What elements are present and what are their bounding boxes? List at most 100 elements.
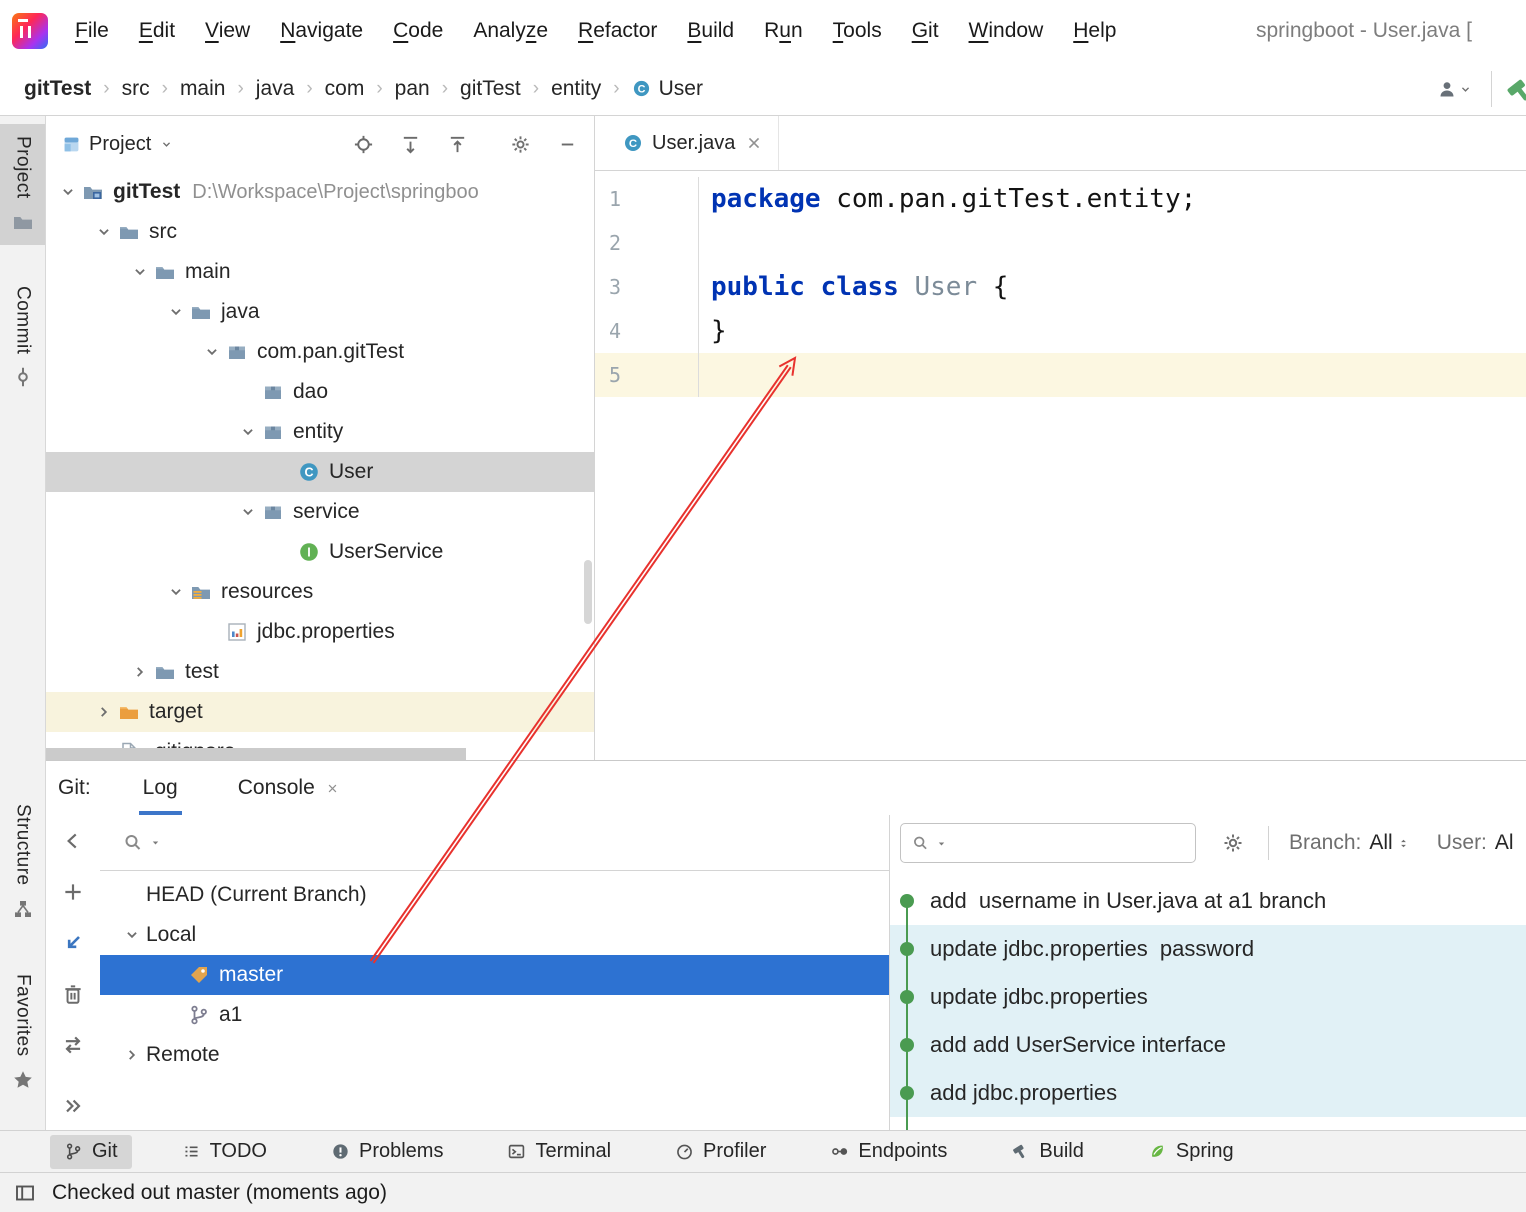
chevron-down-icon[interactable]	[162, 581, 190, 603]
breadcrumb-item-src[interactable]: src	[122, 77, 150, 101]
branch-item-a1[interactable]: a1	[100, 995, 889, 1035]
toolwindow-button-terminal[interactable]: Terminal	[493, 1135, 625, 1169]
checkout-button[interactable]	[61, 931, 85, 955]
menu-file[interactable]: File	[60, 0, 124, 62]
menu-refactor[interactable]: Refactor	[563, 0, 672, 62]
editor-line[interactable]: 2	[595, 221, 1526, 265]
toolwindow-button-spring[interactable]: Spring	[1134, 1135, 1248, 1169]
chevron-right-icon[interactable]	[126, 661, 154, 683]
tree-item-src[interactable]: src	[46, 212, 594, 252]
chevron-down-icon[interactable]	[90, 221, 118, 243]
chevron-down-icon[interactable]	[234, 501, 262, 523]
breadcrumb-item-java[interactable]: java	[256, 77, 295, 101]
hide-panel-button[interactable]	[557, 134, 578, 155]
commit-row[interactable]: update jdbc.properties	[890, 973, 1526, 1021]
chevron-down-icon[interactable]	[162, 301, 190, 323]
tree-item-java[interactable]: java	[46, 292, 594, 332]
tree-item-dao[interactable]: dao	[46, 372, 594, 412]
commit-row[interactable]: add add UserService interface	[890, 1021, 1526, 1069]
collapse-all-button[interactable]	[447, 134, 468, 155]
toolwindow-button-problems[interactable]: Problems	[317, 1135, 457, 1169]
toolwindow-button-endpoints[interactable]: Endpoints	[816, 1135, 961, 1169]
tab-console[interactable]: Console	[230, 761, 348, 815]
menu-navigate[interactable]: Navigate	[265, 0, 378, 62]
code-area[interactable]: 1package com.pan.gitTest.entity;23public…	[595, 171, 1526, 397]
menu-help[interactable]: Help	[1058, 0, 1131, 62]
commit-row[interactable]: update jdbc.properties password	[890, 925, 1526, 973]
breadcrumb-item-entity[interactable]: entity	[551, 77, 601, 101]
menu-run[interactable]: Run	[749, 0, 818, 62]
tree-item-target[interactable]: target	[46, 692, 594, 732]
breadcrumb-item-user[interactable]: User	[659, 77, 703, 101]
locate-file-button[interactable]	[353, 134, 374, 155]
chevron-down-icon[interactable]	[198, 341, 226, 363]
user-filter-value[interactable]: Al	[1495, 831, 1514, 855]
branch-filter-value[interactable]: All	[1369, 831, 1410, 855]
settings-gear-icon[interactable]	[510, 134, 531, 155]
breadcrumb-item-gittest[interactable]: gitTest	[24, 77, 91, 101]
menu-analyze[interactable]: Analyze	[458, 0, 563, 62]
tab-log[interactable]: Log	[135, 761, 186, 815]
menu-code[interactable]: Code	[378, 0, 458, 62]
close-icon[interactable]	[744, 133, 764, 153]
chevron-right-icon[interactable]	[90, 701, 118, 723]
tree-item-test[interactable]: test	[46, 652, 594, 692]
vertical-scrollbar[interactable]	[584, 560, 592, 624]
stripe-button-structure[interactable]: Structure	[0, 792, 45, 932]
commit-row[interactable]: add username in User.java at a1 branch	[890, 877, 1526, 925]
branch-item-remote[interactable]: Remote	[100, 1035, 889, 1075]
back-button[interactable]	[61, 829, 85, 853]
chevron-right-icon[interactable]	[118, 1044, 146, 1066]
toolwindow-button-profiler[interactable]: Profiler	[661, 1135, 780, 1169]
commit-row[interactable]: add jdbc.properties	[890, 1069, 1526, 1117]
stripe-button-favorites[interactable]: Favorites	[0, 962, 45, 1103]
stripe-button-project[interactable]: Project	[0, 124, 45, 245]
build-hammer-icon[interactable]	[1506, 74, 1526, 104]
tree-item-resources[interactable]: resources	[46, 572, 594, 612]
user-menu-button[interactable]	[1436, 78, 1473, 100]
menu-git[interactable]: Git	[897, 0, 954, 62]
breadcrumb-item-com[interactable]: com	[325, 77, 365, 101]
editor-line[interactable]: 1package com.pan.gitTest.entity;	[595, 177, 1526, 221]
tree-item-user[interactable]: CUser	[46, 452, 594, 492]
tab-user-java[interactable]: C User.java	[609, 116, 779, 170]
commit-search-input[interactable]	[900, 823, 1196, 863]
editor-line[interactable]: 3public class User {	[595, 265, 1526, 309]
tree-item-jdbc-properties[interactable]: jdbc.properties	[46, 612, 594, 652]
delete-button[interactable]	[61, 982, 85, 1006]
more-actions-button[interactable]	[61, 1094, 85, 1118]
toolwindow-button-todo[interactable]: TODO	[168, 1135, 281, 1169]
menu-view[interactable]: View	[190, 0, 265, 62]
menu-edit[interactable]: Edit	[124, 0, 190, 62]
menu-window[interactable]: Window	[954, 0, 1059, 62]
tree-item-entity[interactable]: entity	[46, 412, 594, 452]
menu-tools[interactable]: Tools	[818, 0, 897, 62]
toolwindow-switcher-icon[interactable]	[14, 1182, 36, 1204]
add-button[interactable]	[61, 880, 85, 904]
breadcrumb-item-gittest[interactable]: gitTest	[460, 77, 521, 101]
log-settings-gear-icon[interactable]	[1222, 832, 1244, 854]
breadcrumb-item-pan[interactable]: pan	[395, 77, 430, 101]
branch-item-local[interactable]: Local	[100, 915, 889, 955]
chevron-down-icon[interactable]	[159, 137, 174, 152]
tree-item-service[interactable]: service	[46, 492, 594, 532]
menu-build[interactable]: Build	[672, 0, 749, 62]
chevron-down-icon[interactable]	[126, 261, 154, 283]
toolwindow-button-git[interactable]: Git	[50, 1135, 132, 1169]
stripe-button-commit[interactable]: Commit	[0, 274, 45, 400]
tree-item-com-pan-gittest[interactable]: com.pan.gitTest	[46, 332, 594, 372]
branch-item-master[interactable]: master	[100, 955, 889, 995]
editor-line[interactable]: 5	[595, 353, 1526, 397]
tree-item-userservice[interactable]: IUserService	[46, 532, 594, 572]
expand-all-button[interactable]	[400, 134, 421, 155]
compare-button[interactable]	[61, 1033, 85, 1057]
toolwindow-button-build[interactable]: Build	[997, 1135, 1097, 1169]
chevron-down-icon[interactable]	[118, 924, 146, 946]
project-view-selector[interactable]: Project	[89, 133, 151, 156]
tree-item-main[interactable]: main	[46, 252, 594, 292]
chevron-down-icon[interactable]	[54, 181, 82, 203]
chevron-down-icon[interactable]	[234, 421, 262, 443]
branch-item-head-current-branch[interactable]: HEAD (Current Branch)	[100, 875, 889, 915]
horizontal-scrollbar[interactable]	[46, 748, 466, 760]
editor-line[interactable]: 4}	[595, 309, 1526, 353]
